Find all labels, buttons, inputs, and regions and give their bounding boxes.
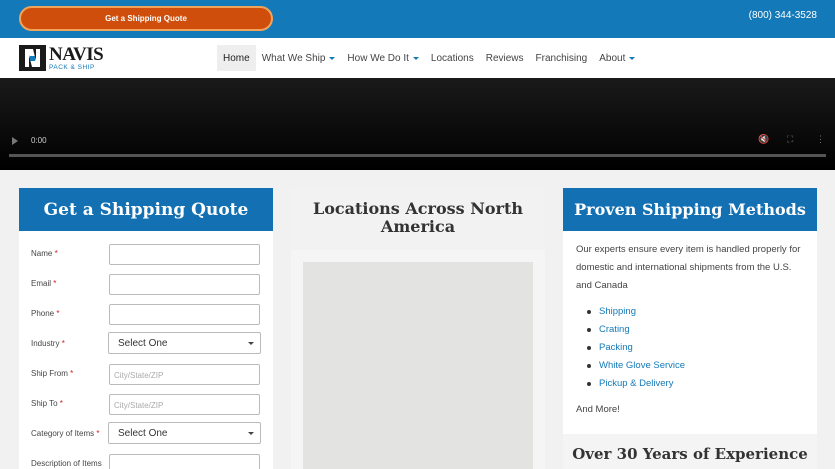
bullet-icon <box>587 328 591 332</box>
category-select[interactable]: Select One <box>108 422 261 444</box>
nav-label: Reviews <box>485 52 524 64</box>
shipping-methods-list: Shipping Crating Packing White Glove Ser… <box>576 303 804 393</box>
video-progress-bar[interactable] <box>9 154 826 157</box>
nav-label: What We Ship <box>261 52 326 64</box>
mute-icon[interactable]: 🔇 <box>758 134 769 145</box>
locations-map[interactable] <box>303 262 533 469</box>
nav-item-how-we-do-it[interactable]: How We Do It <box>341 45 425 71</box>
locations-panel: Locations Across North America <box>291 188 545 469</box>
bullet-icon <box>587 364 591 368</box>
nav-label: Home <box>223 52 250 64</box>
field-label: Category of Items * <box>31 429 100 438</box>
logo[interactable]: NAVIS PACK & SHIP <box>19 44 104 72</box>
form-row-industry: Industry * Select One <box>19 330 273 360</box>
description-field[interactable] <box>109 454 260 469</box>
phone-link[interactable]: (800) 344-3528 <box>749 10 817 21</box>
chevron-down-icon <box>329 56 336 60</box>
nav-item-what-we-ship[interactable]: What We Ship <box>256 45 342 71</box>
nav-item-about[interactable]: About <box>593 45 641 71</box>
brand-name: NAVIS <box>49 44 104 65</box>
field-label: Industry * <box>31 339 65 348</box>
form-row-name: Name * <box>19 240 273 270</box>
years-experience-heading: Over 30 Years of Experience <box>563 434 817 469</box>
phone-field[interactable] <box>109 304 260 325</box>
top-bar: Get a Shipping Quote (800) 344-3528 <box>0 0 835 38</box>
field-label: Ship From * <box>31 369 74 378</box>
quote-form-title: Get a Shipping Quote <box>19 188 273 231</box>
chevron-down-icon <box>412 56 419 60</box>
form-row-phone: Phone * <box>19 300 273 330</box>
list-item[interactable]: Shipping <box>587 303 804 321</box>
more-options-icon[interactable]: ⋮ <box>816 134 825 145</box>
bullet-icon <box>587 382 591 386</box>
video-player[interactable]: 0:00 🔇 ⛶ ⋮ <box>0 78 835 170</box>
ship-to-field[interactable]: City/State/ZIP <box>109 394 260 415</box>
chevron-down-icon <box>248 432 254 435</box>
bullet-icon <box>587 346 591 350</box>
quote-form-panel: Get a Shipping Quote Name * Email * Phon… <box>19 188 273 469</box>
main-navbar: NAVIS PACK & SHIP Home What We Ship How … <box>0 38 835 78</box>
nav-label: About <box>599 52 626 64</box>
play-icon[interactable] <box>12 137 18 145</box>
fullscreen-icon[interactable]: ⛶ <box>787 134 793 145</box>
list-item[interactable]: White Glove Service <box>587 357 804 375</box>
shipping-methods-title: Proven Shipping Methods <box>563 188 817 231</box>
form-row-ship-from: Ship From * City/State/ZIP <box>19 360 273 390</box>
field-label: Name * <box>31 249 58 258</box>
form-row-ship-to: Ship To * City/State/ZIP <box>19 390 273 420</box>
field-label: Description of Items <box>31 459 102 468</box>
nav-item-locations[interactable]: Locations <box>425 45 480 71</box>
form-row-description: Description of Items <box>19 450 273 469</box>
ship-from-field[interactable]: City/State/ZIP <box>109 364 260 385</box>
form-row-category: Category of Items * Select One <box>19 420 273 450</box>
and-more-text: And More! <box>576 404 620 415</box>
field-label: Email * <box>31 279 57 288</box>
nav-item-reviews[interactable]: Reviews <box>480 45 530 71</box>
nav-item-home[interactable]: Home <box>217 45 256 71</box>
list-item[interactable]: Packing <box>587 339 804 357</box>
nav-menu: Home What We Ship How We Do It Locations… <box>217 45 641 71</box>
field-label: Ship To * <box>31 399 63 408</box>
industry-select[interactable]: Select One <box>108 332 261 354</box>
nav-item-franchising[interactable]: Franchising <box>530 45 594 71</box>
email-field[interactable] <box>109 274 260 295</box>
nav-label: How We Do It <box>347 52 409 64</box>
chevron-down-icon <box>248 342 254 345</box>
nav-label: Franchising <box>535 52 588 64</box>
locations-title: Locations Across North America <box>291 188 545 250</box>
brand-subtitle: PACK & SHIP <box>49 64 95 71</box>
shipping-methods-panel: Proven Shipping Methods Our experts ensu… <box>563 188 817 469</box>
get-quote-button[interactable]: Get a Shipping Quote <box>19 6 273 31</box>
shipping-methods-intro: Our experts ensure every item is handled… <box>576 244 801 291</box>
bullet-icon <box>587 310 591 314</box>
field-label: Phone * <box>31 309 60 318</box>
list-item[interactable]: Crating <box>587 321 804 339</box>
nav-label: Locations <box>430 52 474 64</box>
video-time: 0:00 <box>31 136 47 145</box>
form-row-email: Email * <box>19 270 273 300</box>
chevron-down-icon <box>629 56 636 60</box>
navis-logo-icon <box>19 45 46 72</box>
list-item[interactable]: Pickup & Delivery <box>587 375 804 393</box>
name-field[interactable] <box>109 244 260 265</box>
